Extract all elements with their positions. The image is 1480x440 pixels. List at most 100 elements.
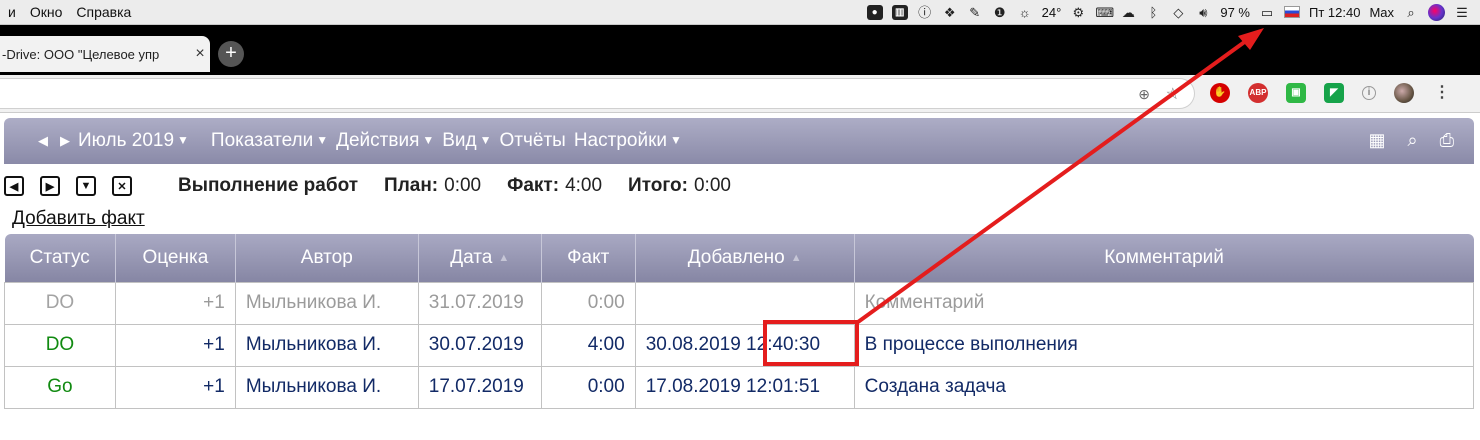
cell-score[interactable]: +1 xyxy=(114,323,236,367)
keyboard-icon[interactable]: ⌨ xyxy=(1095,5,1114,20)
table-row[interactable]: DO +1 Мыльникова И. 31.07.2019 0:00 Комм… xyxy=(4,281,1475,325)
col-header-author[interactable]: Автор xyxy=(235,234,419,282)
cell-date[interactable]: 31.07.2019 xyxy=(417,281,542,325)
cell-author[interactable]: Мыльникова И. xyxy=(234,281,419,325)
search-icon[interactable]: ⌕ xyxy=(1408,130,1418,151)
cell-status[interactable]: DO xyxy=(4,323,116,367)
menu-indicators[interactable]: Показатели ▼ xyxy=(211,130,328,152)
info-extension-icon[interactable]: i xyxy=(1362,86,1376,100)
col-header-date[interactable]: Дата ▲ xyxy=(418,234,542,282)
cell-status[interactable]: Go xyxy=(4,365,116,409)
dropbox-icon[interactable]: ❖ xyxy=(942,5,958,20)
fact-value: 4:00 xyxy=(565,175,603,196)
table-view-icon[interactable]: ▦ xyxy=(1368,130,1385,151)
cell-author[interactable]: Мыльникова И. xyxy=(234,323,419,367)
adblock-extension-icon[interactable]: ABP xyxy=(1248,83,1268,103)
cloud-icon[interactable]: ☁ xyxy=(1120,5,1136,20)
collapse-left-icon[interactable]: ◀ xyxy=(4,176,24,196)
volume-icon[interactable]: 🔊︎ xyxy=(1195,5,1211,20)
table-header-row: Статус Оценка Автор Дата ▲ Факт Добавлено… xyxy=(4,234,1474,282)
notification-center-icon[interactable]: ☰ xyxy=(1454,5,1470,20)
cell-comment[interactable]: Создана задача xyxy=(853,365,1475,409)
prev-period-icon[interactable]: ◀ xyxy=(38,133,48,149)
print-icon[interactable]: ⎙ xyxy=(1440,130,1454,151)
feather-icon[interactable]: ✎ xyxy=(967,5,983,20)
new-tab-button[interactable]: + xyxy=(218,41,244,67)
cell-fact[interactable]: 0:00 xyxy=(540,281,636,325)
green-flag-extension-icon[interactable]: ◤ xyxy=(1324,83,1344,103)
sort-icon[interactable]: ▲ xyxy=(498,252,509,264)
alert-icon[interactable]: ❶ xyxy=(992,5,1008,20)
chevron-down-icon: ▼ xyxy=(670,133,682,147)
col-header-score[interactable]: Оценка xyxy=(115,234,236,282)
expand-right-icon[interactable]: ▶ xyxy=(40,176,60,196)
cell-date[interactable]: 30.07.2019 xyxy=(417,323,542,367)
url-input[interactable]: ⊕ ☆ xyxy=(0,78,1195,109)
col-header-fact[interactable]: Факт xyxy=(541,234,636,282)
browser-tab-active[interactable]: -Drive: ООО "Целевое упр × xyxy=(0,36,210,72)
menu-settings[interactable]: Настройки ▼ xyxy=(574,130,682,152)
col-header-status[interactable]: Статус xyxy=(4,234,116,282)
close-panel-icon[interactable]: ✕ xyxy=(112,176,132,196)
menu-item-help[interactable]: Справка xyxy=(68,4,131,20)
sort-icon[interactable]: ▲ xyxy=(791,252,802,264)
screen: и Окно Справка ● ▥ ⓘ ❖ ✎ ❶ ☼ 24° ⚙ ⌨ ☁ ᛒ… xyxy=(0,0,1480,440)
profile-avatar-icon[interactable] xyxy=(1394,83,1414,103)
cell-added[interactable]: 17.08.2019 12:01:51 xyxy=(634,365,855,409)
menu-actions[interactable]: Действия ▼ xyxy=(336,130,434,152)
cell-score[interactable]: +1 xyxy=(114,365,236,409)
cell-comment[interactable]: Комментарий xyxy=(853,281,1475,325)
tab-close-icon[interactable]: × xyxy=(190,45,210,63)
cell-comment[interactable]: В процессе выполнения xyxy=(853,323,1475,367)
work-table: Статус Оценка Автор Дата ▲ Факт Добавлено… xyxy=(4,234,1475,409)
bluetooth-icon[interactable]: ᛒ xyxy=(1145,5,1161,20)
period-selector[interactable]: Июль 2019 ▼ xyxy=(78,130,189,152)
trello-icon[interactable]: ▥ xyxy=(891,4,908,20)
add-fact-link[interactable]: Добавить факт xyxy=(12,208,145,230)
menu-view-label: Вид xyxy=(442,130,477,151)
cell-fact[interactable]: 4:00 xyxy=(540,323,636,367)
stop-hand-extension-icon[interactable]: ✋ xyxy=(1210,83,1230,103)
col-header-date-label: Дата xyxy=(450,246,493,268)
weather-icon[interactable]: ☼ xyxy=(1017,5,1033,20)
col-header-comment[interactable]: Комментарий xyxy=(854,234,1474,282)
menu-reports[interactable]: Отчёты xyxy=(500,130,566,152)
input-language-flag-icon[interactable] xyxy=(1283,6,1300,18)
cell-added[interactable] xyxy=(634,281,855,325)
tray-app-icon[interactable]: ● xyxy=(866,4,883,20)
menu-actions-label: Действия xyxy=(336,130,420,151)
browser-menu-icon[interactable]: ⋮ xyxy=(1432,83,1452,103)
siri-icon[interactable] xyxy=(1428,3,1445,21)
menu-view[interactable]: Вид ▼ xyxy=(442,130,491,152)
zoom-icon[interactable]: ⊕ xyxy=(1138,86,1150,103)
browser-address-bar: ⊕ ☆ ✋ ABP ▣ ◤ i ⋮ xyxy=(0,75,1480,113)
menu-item-window[interactable]: Окно xyxy=(22,4,63,20)
menubar-clock[interactable]: Пт 12:40 xyxy=(1309,5,1360,20)
settings-icon[interactable]: ⚙ xyxy=(1070,5,1086,20)
battery-percent[interactable]: 97 % xyxy=(1220,5,1250,20)
work-summary-row: ◀ ▶ ▼ ✕ Выполнение работ План: 0:00 Факт… xyxy=(0,172,1480,200)
cell-date[interactable]: 17.07.2019 xyxy=(417,365,542,409)
expand-down-icon[interactable]: ▼ xyxy=(76,176,96,196)
table-row[interactable]: DO +1 Мыльникова И. 30.07.2019 4:00 30.0… xyxy=(4,323,1475,367)
menu-item-app[interactable]: и xyxy=(0,4,16,20)
status-tray: ● ▥ ⓘ ❖ ✎ ❶ ☼ 24° ⚙ ⌨ ☁ ᛒ ◇ 🔊︎ 97 % ▭ Пт… xyxy=(866,3,1480,21)
bookmark-star-icon[interactable]: ☆ xyxy=(1166,84,1180,104)
info-icon[interactable]: ⓘ xyxy=(917,5,933,20)
cell-score[interactable]: +1 xyxy=(114,281,236,325)
fact-label: Факт: xyxy=(507,175,560,196)
cell-fact[interactable]: 0:00 xyxy=(540,365,636,409)
weather-temp[interactable]: 24° xyxy=(1042,5,1062,20)
col-header-added[interactable]: Добавлено ▲ xyxy=(635,234,855,282)
green-extension-icon[interactable]: ▣ xyxy=(1286,83,1306,103)
next-period-icon[interactable]: ▶ xyxy=(60,133,70,149)
table-row[interactable]: Go +1 Мыльникова И. 17.07.2019 0:00 17.0… xyxy=(4,365,1475,409)
battery-icon[interactable]: ▭ xyxy=(1259,5,1275,20)
toolbar-tools: ▦ ⌕ ⎙ xyxy=(1368,130,1454,151)
cell-author[interactable]: Мыльникова И. xyxy=(234,365,419,409)
menubar-user[interactable]: Max xyxy=(1369,5,1394,20)
wifi-icon[interactable]: ◇ xyxy=(1170,5,1186,20)
spotlight-search-icon[interactable]: ⌕ xyxy=(1403,5,1419,20)
cell-status[interactable]: DO xyxy=(4,281,116,325)
period-label: Июль 2019 xyxy=(78,130,175,151)
